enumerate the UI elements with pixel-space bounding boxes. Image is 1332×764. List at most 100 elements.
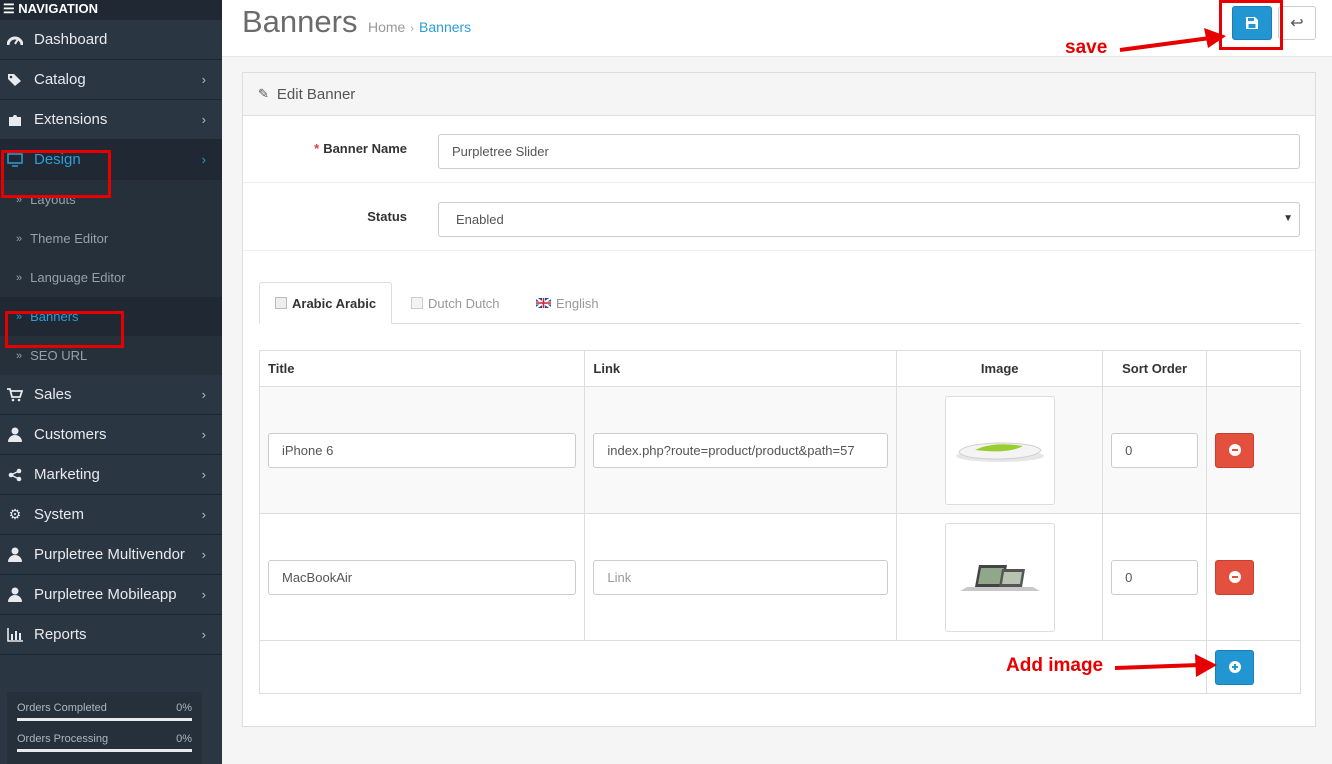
remove-image-button[interactable]: [1215, 559, 1255, 595]
minus-circle-icon: [1228, 444, 1241, 456]
tab-english[interactable]: English: [521, 282, 614, 324]
plus-circle-icon: [1228, 661, 1241, 673]
chevron-right-icon: ›: [201, 112, 206, 127]
back-button[interactable]: ↩: [1278, 6, 1316, 40]
sidebar-item-marketing[interactable]: Marketing ›: [0, 455, 222, 495]
progress-bar: [17, 749, 192, 752]
chevron-right-icon: ›: [201, 387, 206, 402]
sidebar-item-label: Purpletree Multivendor: [34, 546, 185, 563]
submenu-item-label: Language Editor: [30, 270, 126, 285]
chevron-right-icon: ›: [201, 467, 206, 482]
double-chevron-icon: »: [16, 232, 23, 245]
annotation-save-label: save: [1065, 37, 1108, 58]
sidebar-item-label: Customers: [34, 426, 107, 443]
sidebar-item-label: Marketing: [34, 466, 100, 483]
panel-heading: ✎ Edit Banner: [243, 73, 1315, 116]
edit-banner-panel: ✎ Edit Banner * Banner Name Purpletree Sl…: [242, 72, 1316, 727]
bar-chart-icon: [7, 627, 23, 643]
sidebar-item-dashboard[interactable]: Dashboard: [0, 20, 222, 60]
link-input[interactable]: index.php?route=product/product&path=57: [593, 432, 889, 468]
table-row: MacBookAir Link 0: [258, 513, 1301, 641]
sidebar-item-customers[interactable]: Customers ›: [0, 415, 222, 455]
cart-icon: [7, 387, 23, 403]
add-image-button[interactable]: [1215, 649, 1255, 685]
sort-order-input[interactable]: 0: [1111, 559, 1199, 595]
sidebar: ☰ NAVIGATION Dashboard Catalog › Extensi…: [0, 0, 222, 764]
sort-cell: 0: [1102, 513, 1208, 641]
order-progress-panel: Orders Completed 0% Orders Processing 0%: [7, 692, 202, 764]
hamburger-icon: ☰: [3, 1, 15, 16]
sidebar-item-label: Catalog: [34, 71, 86, 88]
progress-label: Orders Processing: [17, 733, 109, 745]
remove-image-button[interactable]: [1215, 432, 1255, 468]
highlight-banners: [5, 311, 124, 348]
tab-arabic[interactable]: Arabic Arabic: [259, 282, 393, 324]
chevron-right-icon: ›: [201, 72, 206, 87]
breadcrumb-banners[interactable]: Banners: [419, 19, 471, 35]
link-cell: Link: [584, 513, 898, 641]
sidebar-item-reports[interactable]: Reports ›: [0, 615, 222, 655]
progress-value: 0%: [176, 702, 192, 714]
sidebar-item-extensions[interactable]: Extensions ›: [0, 100, 222, 140]
sidebar-item-purpletree-mobileapp[interactable]: Purpletree Mobileapp ›: [0, 575, 222, 615]
broken-image-icon: [275, 297, 287, 309]
iphone-image: [955, 442, 1044, 462]
column-header-image: Image: [896, 350, 1104, 387]
column-header-sort-order: Sort Order: [1102, 350, 1208, 387]
table-row: iPhone 6 index.php?route=product/product…: [258, 386, 1301, 514]
macbook-image: [959, 565, 1040, 591]
sort-order-input[interactable]: 0: [1111, 432, 1199, 468]
double-chevron-icon: »: [16, 271, 23, 284]
sidebar-item-catalog[interactable]: Catalog ›: [0, 60, 222, 100]
sidebar-item-sales[interactable]: Sales ›: [0, 375, 222, 415]
chevron-right-icon: ›: [201, 627, 206, 642]
main-content: Banners Home › Banners ↩ ✎ Edit Banner * Ba…: [222, 0, 1332, 764]
nav-header[interactable]: ☰ NAVIGATION: [0, 0, 222, 20]
banner-name-label: * Banner Name: [314, 141, 407, 156]
column-header-link: Link: [584, 350, 898, 387]
nav-header-label: NAVIGATION: [18, 1, 98, 16]
link-input[interactable]: Link: [593, 559, 889, 595]
action-cell: [1206, 513, 1301, 641]
tab-label: Dutch Dutch: [428, 295, 500, 311]
add-cell: [1206, 640, 1301, 694]
banner-images-table: Title Link Image Sort Order iPhone 6 ind…: [258, 350, 1301, 694]
page-title: Banners: [242, 4, 358, 39]
language-tabs: Arabic Arabic Dutch Dutch English: [259, 282, 1301, 324]
submenu-item-theme-editor[interactable]: » Theme Editor: [0, 219, 222, 258]
sidebar-item-system[interactable]: ⚙ System ›: [0, 495, 222, 535]
submenu-item-language-editor[interactable]: » Language Editor: [0, 258, 222, 297]
sidebar-item-purpletree-multivendor[interactable]: Purpletree Multivendor ›: [0, 535, 222, 575]
title-input[interactable]: iPhone 6: [268, 432, 577, 468]
chevron-right-icon: ›: [201, 587, 206, 602]
pencil-icon: ✎: [258, 86, 269, 101]
uk-flag-icon: [536, 298, 551, 308]
user-icon: [7, 427, 23, 443]
banner-image-thumbnail[interactable]: [944, 395, 1055, 505]
tab-label: English: [556, 295, 599, 311]
sort-cell: 0: [1102, 386, 1208, 514]
tab-dutch[interactable]: Dutch Dutch: [396, 282, 515, 324]
user-icon: [7, 547, 23, 563]
tags-icon: [7, 72, 23, 88]
action-cell: [1206, 386, 1301, 514]
user-icon: [7, 587, 23, 603]
status-select[interactable]: Enabled ▼: [438, 202, 1300, 237]
title-cell: MacBookAir: [258, 513, 586, 641]
annotation-arrow-save: [1119, 28, 1226, 52]
progress-label: Orders Completed: [17, 702, 107, 714]
breadcrumb: Home › Banners: [368, 19, 471, 35]
breadcrumb-home[interactable]: Home: [368, 19, 405, 35]
progress-orders-completed: Orders Completed 0%: [17, 702, 192, 721]
dashboard-icon: [7, 32, 23, 48]
breadcrumb-separator: ›: [410, 23, 415, 35]
banner-image-thumbnail[interactable]: [944, 522, 1055, 632]
title-input[interactable]: MacBookAir: [268, 559, 577, 595]
double-chevron-icon: »: [16, 349, 23, 362]
status-selected-value: Enabled: [456, 212, 504, 227]
status-label: Status: [367, 209, 407, 224]
dropdown-arrow-icon: ▼: [1283, 213, 1293, 224]
banner-name-input[interactable]: Purpletree Slider: [438, 134, 1300, 169]
column-header-actions: [1206, 350, 1301, 387]
broken-image-icon: [411, 297, 423, 309]
